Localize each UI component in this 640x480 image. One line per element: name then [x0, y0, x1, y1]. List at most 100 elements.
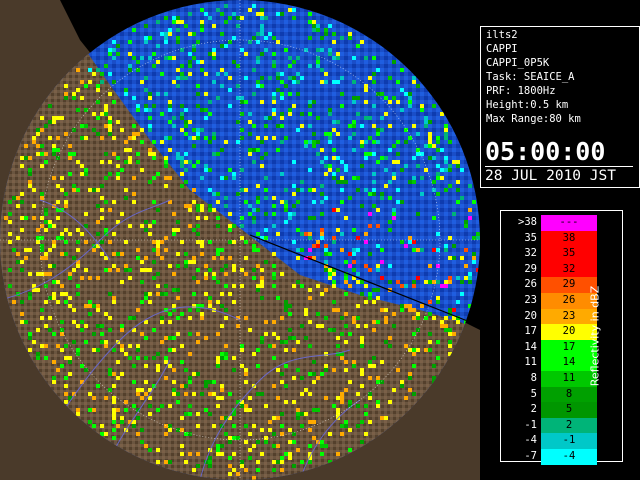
echo-pixel [68, 296, 72, 300]
echo-pixel [108, 132, 112, 136]
echo-pixel [396, 80, 400, 84]
echo-pixel [32, 140, 36, 144]
echo-pixel [244, 424, 248, 428]
echo-pixel [384, 112, 388, 116]
echo-pixel [152, 176, 156, 180]
echo-pixel [284, 84, 288, 88]
echo-pixel [160, 240, 164, 244]
echo-pixel [256, 208, 260, 212]
echo-pixel [348, 36, 352, 40]
echo-pixel [340, 432, 344, 436]
echo-pixel [332, 208, 336, 212]
echo-pixel [260, 156, 264, 160]
echo-pixel [176, 332, 180, 336]
echo-pixel [112, 152, 116, 156]
echo-pixel [244, 372, 248, 376]
echo-pixel [172, 228, 176, 232]
echo-pixel [376, 288, 380, 292]
echo-pixel [156, 284, 160, 288]
echo-pixel [288, 212, 292, 216]
echo-pixel [240, 284, 244, 288]
echo-pixel [320, 48, 324, 52]
echo-pixel [104, 432, 108, 436]
echo-pixel [196, 216, 200, 220]
echo-pixel [224, 20, 228, 24]
echo-pixel [8, 268, 12, 272]
echo-pixel [232, 284, 236, 288]
echo-pixel [116, 44, 120, 48]
echo-pixel [388, 220, 392, 224]
echo-pixel [252, 248, 256, 252]
echo-pixel [396, 100, 400, 104]
echo-pixel [148, 56, 152, 60]
echo-pixel [132, 192, 136, 196]
radar-map[interactable] [0, 0, 480, 480]
echo-pixel [148, 92, 152, 96]
echo-pixel [352, 80, 356, 84]
echo-pixel [124, 352, 128, 356]
echo-pixel [224, 308, 228, 312]
echo-pixel [228, 212, 232, 216]
echo-pixel [164, 360, 168, 364]
echo-pixel [124, 240, 128, 244]
echo-pixel [448, 332, 452, 336]
echo-pixel [116, 172, 120, 176]
echo-pixel [356, 272, 360, 276]
legend-row: 25 [509, 402, 609, 418]
echo-pixel [184, 252, 188, 256]
echo-pixel [336, 336, 340, 340]
echo-pixel [412, 348, 416, 352]
echo-pixel [288, 92, 292, 96]
echo-pixel [352, 320, 356, 324]
echo-pixel [132, 124, 136, 128]
echo-pixel [368, 296, 372, 300]
echo-pixel [340, 188, 344, 192]
echo-pixel [172, 80, 176, 84]
echo-pixel [316, 48, 320, 52]
legend-high-value: 32 [562, 262, 576, 275]
echo-pixel [416, 164, 420, 168]
echo-pixel [308, 344, 312, 348]
echo-pixel [204, 216, 208, 220]
echo-pixel [228, 440, 232, 444]
echo-pixel [416, 84, 420, 88]
echo-pixel [272, 432, 276, 436]
echo-pixel [176, 40, 180, 44]
echo-pixel [180, 416, 184, 420]
echo-pixel [296, 248, 300, 252]
product-name: CAPPI_0P5K [486, 57, 550, 69]
echo-pixel [172, 16, 176, 20]
echo-pixel [464, 248, 468, 252]
echo-pixel [448, 168, 452, 172]
echo-pixel [112, 412, 116, 416]
echo-pixel [324, 80, 328, 84]
echo-pixel [320, 440, 324, 444]
echo-pixel [128, 148, 132, 152]
echo-pixel [272, 60, 276, 64]
echo-pixel [128, 224, 132, 228]
echo-pixel [360, 144, 364, 148]
echo-pixel [364, 264, 368, 268]
echo-pixel [164, 248, 168, 252]
echo-pixel [224, 432, 228, 436]
echo-pixel [44, 212, 48, 216]
echo-pixel [272, 204, 276, 208]
echo-pixel [212, 80, 216, 84]
echo-pixel [240, 236, 244, 240]
echo-pixel [292, 80, 296, 84]
echo-pixel [280, 468, 284, 472]
echo-pixel [300, 424, 304, 428]
echo-pixel [368, 360, 372, 364]
legend-low-value: 14 [524, 340, 537, 353]
echo-pixel [328, 140, 332, 144]
echo-pixel [308, 168, 312, 172]
echo-pixel [64, 228, 68, 232]
echo-pixel [428, 136, 432, 140]
echo-pixel [392, 144, 396, 148]
echo-pixel [244, 440, 248, 444]
echo-pixel [44, 160, 48, 164]
echo-pixel [164, 292, 168, 296]
echo-pixel [376, 268, 380, 272]
echo-pixel [376, 264, 380, 268]
echo-pixel [308, 248, 312, 252]
